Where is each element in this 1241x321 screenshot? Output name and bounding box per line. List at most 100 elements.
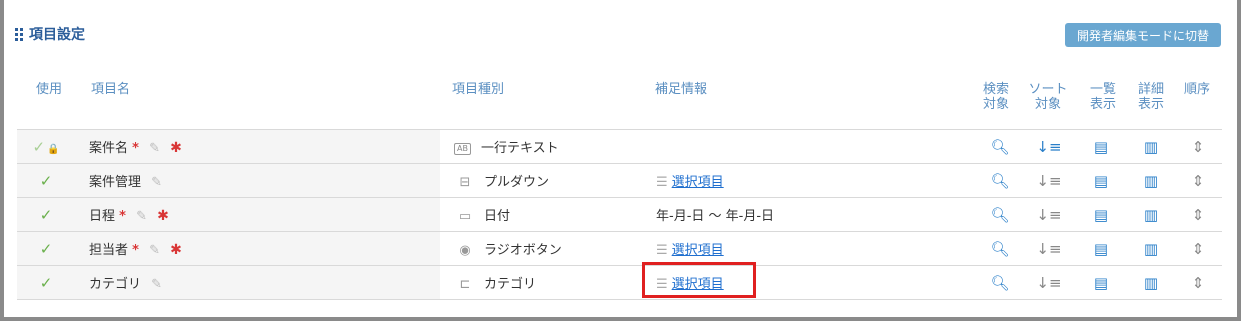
dropdown-icon: ⊟: [459, 175, 471, 190]
table-row[interactable]: ✓ 案件管理 ✎ ⊟ プルダウン ☰ 選択項目 🔍︎ ↓≡ ▤ ▥ ⇕: [17, 163, 1222, 198]
search-icon[interactable]: 🔍︎: [976, 240, 1024, 258]
required-mark: *: [119, 209, 126, 224]
lock-icon: 🔒: [47, 143, 60, 155]
name-cell: 日程 * ✎ ✱: [75, 197, 440, 232]
detail-view-icon[interactable]: ▥: [1128, 138, 1174, 156]
detail-view-icon[interactable]: ▥: [1128, 206, 1174, 224]
header-search-line2: 対象: [982, 97, 1009, 112]
sort-icon[interactable]: ↓≡: [1024, 240, 1074, 258]
detail-view-icon[interactable]: ▥: [1128, 172, 1174, 190]
use-cell[interactable]: ✓: [17, 197, 75, 232]
reorder-icon[interactable]: ⇕: [1174, 138, 1222, 156]
header-search-line1: 検索: [982, 82, 1009, 97]
header-use: 使用: [36, 82, 63, 97]
check-icon[interactable]: ✓: [40, 206, 53, 224]
use-cell[interactable]: ✓: [17, 265, 75, 300]
reorder-icon[interactable]: ⇕: [1174, 274, 1222, 292]
field-name: 担当者: [89, 243, 129, 258]
check-icon[interactable]: ✓: [40, 172, 53, 190]
pencil-icon[interactable]: ✎: [136, 209, 147, 224]
header-sort-target: ソート 対象: [1025, 82, 1071, 112]
list-icon: ☰: [656, 175, 668, 190]
type-cell: AB 一行テキスト: [440, 129, 642, 164]
choice-items-link[interactable]: 選択項目: [672, 243, 724, 258]
text-field-icon: AB: [454, 143, 471, 155]
field-type: プルダウン: [484, 175, 550, 190]
header-sort-line2: 対象: [1034, 97, 1061, 112]
search-icon[interactable]: 🔍︎: [976, 172, 1024, 190]
required-mark: *: [132, 243, 139, 258]
check-icon[interactable]: ✓: [40, 274, 53, 292]
section-title-text: 項目設定: [29, 27, 85, 43]
field-name: 案件管理: [89, 175, 142, 190]
field-type: ラジオボタン: [484, 243, 562, 258]
list-view-icon[interactable]: ▤: [1074, 172, 1128, 190]
pencil-icon[interactable]: ✎: [151, 175, 162, 190]
header-list-line1: 一覧: [1089, 82, 1116, 97]
field-name: 案件名: [89, 141, 129, 156]
info-cell: ☰ 選択項目: [642, 231, 976, 266]
date-range-text: 年-月-日 ～ 年-月-日: [656, 209, 775, 224]
name-cell: カテゴリ ✎: [75, 265, 440, 300]
use-cell[interactable]: ✓: [17, 163, 75, 198]
header-item-name: 項目名: [91, 82, 131, 97]
sort-icon[interactable]: ↓≡: [1024, 206, 1074, 224]
info-cell: [642, 129, 976, 164]
header-order: 順序: [1184, 82, 1211, 97]
pencil-icon[interactable]: ✎: [151, 277, 162, 292]
reorder-icon[interactable]: ⇕: [1174, 240, 1222, 258]
info-cell: ☰ 選択項目: [642, 163, 976, 198]
info-cell: 年-月-日 ～ 年-月-日: [642, 197, 976, 232]
search-icon[interactable]: 🔍︎: [976, 274, 1024, 292]
table-row[interactable]: ✓ 🔒 案件名 * ✎ ✱ AB 一行テキスト 🔍︎ ↓≡ ▤ ▥ ⇕: [17, 129, 1222, 164]
developer-mode-button[interactable]: 開発者編集モードに切替: [1065, 23, 1221, 47]
sort-icon[interactable]: ↓≡: [1024, 138, 1074, 156]
name-cell: 案件管理 ✎: [75, 163, 440, 198]
reorder-icon[interactable]: ⇕: [1174, 206, 1222, 224]
search-icon[interactable]: 🔍︎: [976, 206, 1024, 224]
radio-icon: ◉: [459, 243, 471, 258]
field-name: 日程: [89, 209, 116, 224]
header-item-type: 項目種別: [452, 82, 505, 97]
header-extra-info: 補足情報: [655, 82, 708, 97]
search-icon[interactable]: 🔍︎: [976, 138, 1024, 156]
sort-icon[interactable]: ↓≡: [1024, 172, 1074, 190]
type-cell: ◉ ラジオボタン: [440, 231, 642, 266]
header-detail-line1: 詳細: [1137, 82, 1164, 97]
list-view-icon[interactable]: ▤: [1074, 138, 1128, 156]
table-row[interactable]: ✓ 日程 * ✎ ✱ ▭ 日付 年-月-日 ～ 年-月-日 🔍︎ ↓≡ ▤ ▥ ⇕: [17, 197, 1222, 232]
table-row[interactable]: ✓ カテゴリ ✎ ⊏ カテゴリ ☰ 選択項目 🔍︎ ↓≡ ▤ ▥ ⇕: [17, 265, 1222, 300]
field-type: 一行テキスト: [480, 141, 559, 156]
type-cell: ⊟ プルダウン: [440, 163, 642, 198]
required-toggle-icon[interactable]: ✱: [170, 242, 182, 258]
use-cell[interactable]: ✓ 🔒: [17, 129, 75, 164]
highlight-box: [642, 262, 756, 298]
field-name: カテゴリ: [89, 277, 142, 292]
list-view-icon[interactable]: ▤: [1074, 206, 1128, 224]
pencil-icon[interactable]: ✎: [149, 243, 160, 258]
list-view-icon[interactable]: ▤: [1074, 274, 1128, 292]
required-mark: *: [132, 141, 139, 156]
detail-view-icon[interactable]: ▥: [1128, 240, 1174, 258]
choice-items-link[interactable]: 選択項目: [672, 175, 724, 190]
use-cell[interactable]: ✓: [17, 231, 75, 266]
sort-icon[interactable]: ↓≡: [1024, 274, 1074, 292]
header-detail-line2: 表示: [1137, 97, 1164, 112]
check-icon[interactable]: ✓: [32, 138, 45, 156]
table-row[interactable]: ✓ 担当者 * ✎ ✱ ◉ ラジオボタン ☰ 選択項目 🔍︎ ↓≡ ▤ ▥ ⇕: [17, 231, 1222, 266]
list-view-icon[interactable]: ▤: [1074, 240, 1128, 258]
required-toggle-icon[interactable]: ✱: [157, 208, 169, 224]
type-cell: ⊏ カテゴリ: [440, 265, 642, 300]
header-list-line2: 表示: [1089, 97, 1116, 112]
name-cell: 案件名 * ✎ ✱: [75, 129, 440, 164]
detail-view-icon[interactable]: ▥: [1128, 274, 1174, 292]
pencil-icon[interactable]: ✎: [149, 141, 160, 156]
header-detail-display: 詳細 表示: [1134, 82, 1168, 112]
section-title: 項目設定: [15, 24, 85, 44]
field-type: 日付: [484, 209, 511, 224]
check-icon[interactable]: ✓: [40, 240, 53, 258]
header-sort-line1: ソート: [1028, 82, 1068, 97]
required-toggle-icon[interactable]: ✱: [170, 140, 182, 156]
reorder-icon[interactable]: ⇕: [1174, 172, 1222, 190]
category-icon: ⊏: [459, 277, 471, 292]
